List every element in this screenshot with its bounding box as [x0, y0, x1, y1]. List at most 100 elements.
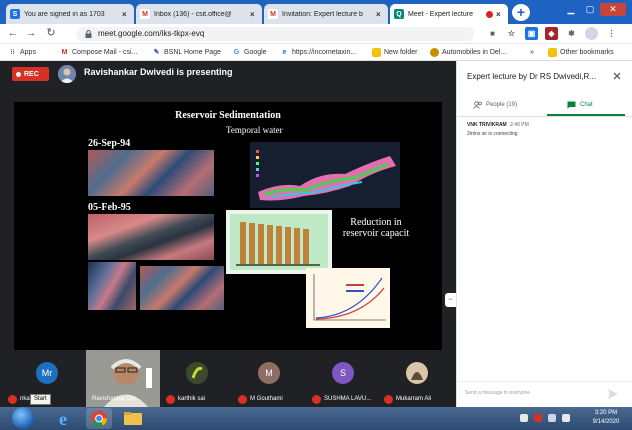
- meet-icon: Q: [394, 9, 404, 19]
- taskbar-clock-date[interactable]: 9/14/2020: [588, 419, 624, 425]
- new-tab-button[interactable]: +: [512, 4, 530, 21]
- bookmark-star-icon[interactable]: ☆: [505, 27, 518, 40]
- bookmark-apps[interactable]: ⁝⁝ Apps: [8, 46, 36, 58]
- bookmark-google[interactable]: G Google: [232, 46, 267, 58]
- minimize-button[interactable]: ▁: [562, 3, 580, 16]
- bookmark-automobiles[interactable]: Automobiles in Del...: [430, 46, 506, 58]
- bookmark-compose-mail[interactable]: M Compose Mail - csi...: [60, 46, 138, 58]
- close-icon[interactable]: ×: [496, 10, 504, 19]
- slide-date-label: 26-Sep-94: [88, 138, 131, 149]
- chevron-double-right-icon: »: [530, 48, 534, 56]
- tab-invitation[interactable]: M Invitation: Expert lecture b ×: [264, 4, 388, 24]
- bookmark-new-folder[interactable]: New folder: [372, 46, 417, 58]
- svg-text:e: e: [59, 409, 67, 429]
- participant-name-row: karthik sai: [166, 394, 205, 404]
- record-dot-icon: [16, 71, 21, 77]
- tray-show-hidden-icon[interactable]: [520, 414, 528, 422]
- reservoir-map-graphic: [256, 150, 396, 201]
- windows-start-button[interactable]: [12, 407, 34, 429]
- window-close-button[interactable]: ✕: [600, 3, 626, 16]
- gmail-icon: M: [268, 9, 278, 19]
- camera-permission-icon[interactable]: ■: [486, 27, 499, 40]
- tab-title: Invitation: Expert lecture b: [282, 10, 363, 18]
- tab-signin[interactable]: S You are signed in as 1703 ×: [6, 4, 134, 24]
- mic-off-icon: [312, 394, 321, 404]
- gmail-icon: M: [140, 9, 150, 19]
- sediment-curve-chart-image: [306, 268, 390, 328]
- participant-avatar: [186, 362, 208, 384]
- bookmark-label: Other bookmarks: [560, 48, 614, 56]
- tab-title: Inbox (136) - csit.office@: [154, 10, 232, 18]
- slide-note: Reduction in reservoir capacit: [342, 217, 410, 239]
- participant-name: Mukarram Ali: [396, 396, 432, 402]
- gmail-icon: M: [61, 48, 68, 56]
- close-icon[interactable]: ×: [122, 10, 130, 19]
- lock-icon: [85, 30, 92, 38]
- satellite-image: [140, 266, 224, 310]
- taskbar-clock-time[interactable]: 3:20 PM: [588, 410, 624, 416]
- forward-arrow-icon[interactable]: →: [24, 27, 38, 41]
- participant-tile[interactable]: karthik sai: [160, 350, 220, 407]
- close-icon[interactable]: ×: [376, 10, 384, 19]
- internet-explorer-taskbar-button[interactable]: e: [52, 408, 78, 429]
- chrome-icon: [91, 410, 107, 427]
- tray-network-icon[interactable]: [548, 414, 556, 422]
- tab-gmail-inbox[interactable]: M Inbox (136) - csit.office@ ×: [136, 4, 262, 24]
- recording-indicator-icon: [486, 10, 493, 18]
- bookmark-label: New folder: [384, 48, 418, 56]
- rec-label: REC: [24, 70, 39, 78]
- maximize-button[interactable]: ▢: [581, 3, 599, 16]
- slide-title: Reservoir Sedimentation: [175, 110, 281, 121]
- participant-tile[interactable]: S SUSHMA LAVU...: [312, 350, 384, 407]
- satellite-image: [88, 214, 214, 260]
- participant-tile[interactable]: M M Gouthami: [232, 350, 304, 407]
- address-bar[interactable]: meet.google.com/iks-tkpx-evq: [76, 27, 474, 41]
- windows-taskbar: e 3:20 PM 9/14/2020: [0, 407, 632, 430]
- close-icon[interactable]: [611, 70, 623, 82]
- tab-chat[interactable]: Chat: [567, 97, 593, 113]
- mic-off-icon: [8, 394, 17, 404]
- panel-collapse-handle[interactable]: ⇔: [445, 293, 456, 307]
- tab-strip: S You are signed in as 1703 × M Inbox (1…: [0, 0, 632, 24]
- reload-icon[interactable]: ↻: [44, 27, 58, 41]
- extensions-puzzle-icon[interactable]: ✱: [565, 27, 578, 40]
- bookmarks-bar: ⁝⁝ Apps M Compose Mail - csi... ✎ BSNL H…: [0, 44, 632, 61]
- participant-video-tile[interactable]: Ravishankar Dw...: [86, 350, 160, 407]
- bookmark-label: https://incometaxin...: [292, 48, 357, 56]
- tab-meet[interactable]: Q Meet - Expert lecture ×: [390, 4, 508, 24]
- profile-avatar[interactable]: [585, 27, 598, 40]
- participant-name-row: M Gouthami: [238, 394, 283, 404]
- ie-icon: e: [282, 48, 287, 56]
- extension-icon[interactable]: ▣: [525, 27, 538, 40]
- presenting-status: Ravishankar Dwivedi is presenting: [84, 67, 233, 77]
- meeting-details-panel: Expert lecture by Dr RS Dwivedi,R... Peo…: [456, 61, 632, 407]
- bookmark-incometax[interactable]: e https://incometaxin...: [280, 46, 357, 58]
- participant-name: M Gouthami: [250, 396, 283, 402]
- chat-input[interactable]: Send a message to everyone: [457, 381, 632, 405]
- shared-slide: Reservoir Sedimentation Temporal water 2…: [14, 102, 442, 364]
- back-arrow-icon[interactable]: ←: [6, 27, 20, 41]
- tray-flag-icon[interactable]: [534, 414, 542, 422]
- bookmarks-overflow-button[interactable]: »: [530, 46, 534, 58]
- tray-volume-icon[interactable]: [562, 414, 570, 422]
- bar-chart-graphic: [230, 214, 328, 270]
- signin-icon: S: [10, 9, 20, 19]
- bookmark-other[interactable]: Other bookmarks: [548, 46, 614, 58]
- file-explorer-taskbar-button[interactable]: [120, 408, 146, 429]
- chrome-taskbar-button[interactable]: [86, 408, 112, 429]
- tab-people[interactable]: People (19): [473, 97, 517, 113]
- chat-sender: VNK TRIVIKRAM: [467, 122, 507, 128]
- extension-icon[interactable]: ◆: [545, 27, 558, 40]
- participant-avatar: S: [332, 362, 354, 384]
- bookmark-bsnl[interactable]: ✎ BSNL Home Page: [152, 46, 221, 58]
- close-icon[interactable]: ×: [250, 10, 258, 19]
- recording-badge: REC: [12, 67, 49, 81]
- participant-tile[interactable]: Mukarram Ali: [384, 350, 456, 407]
- menu-kebab-icon[interactable]: ⋮: [605, 27, 618, 40]
- bookmark-label: BSNL Home Page: [164, 48, 221, 56]
- mic-off-icon: [238, 394, 247, 404]
- reservoir-map-image: [250, 142, 400, 208]
- bsnl-icon: ✎: [153, 49, 160, 56]
- send-icon[interactable]: [607, 388, 619, 400]
- folder-icon: [124, 412, 142, 425]
